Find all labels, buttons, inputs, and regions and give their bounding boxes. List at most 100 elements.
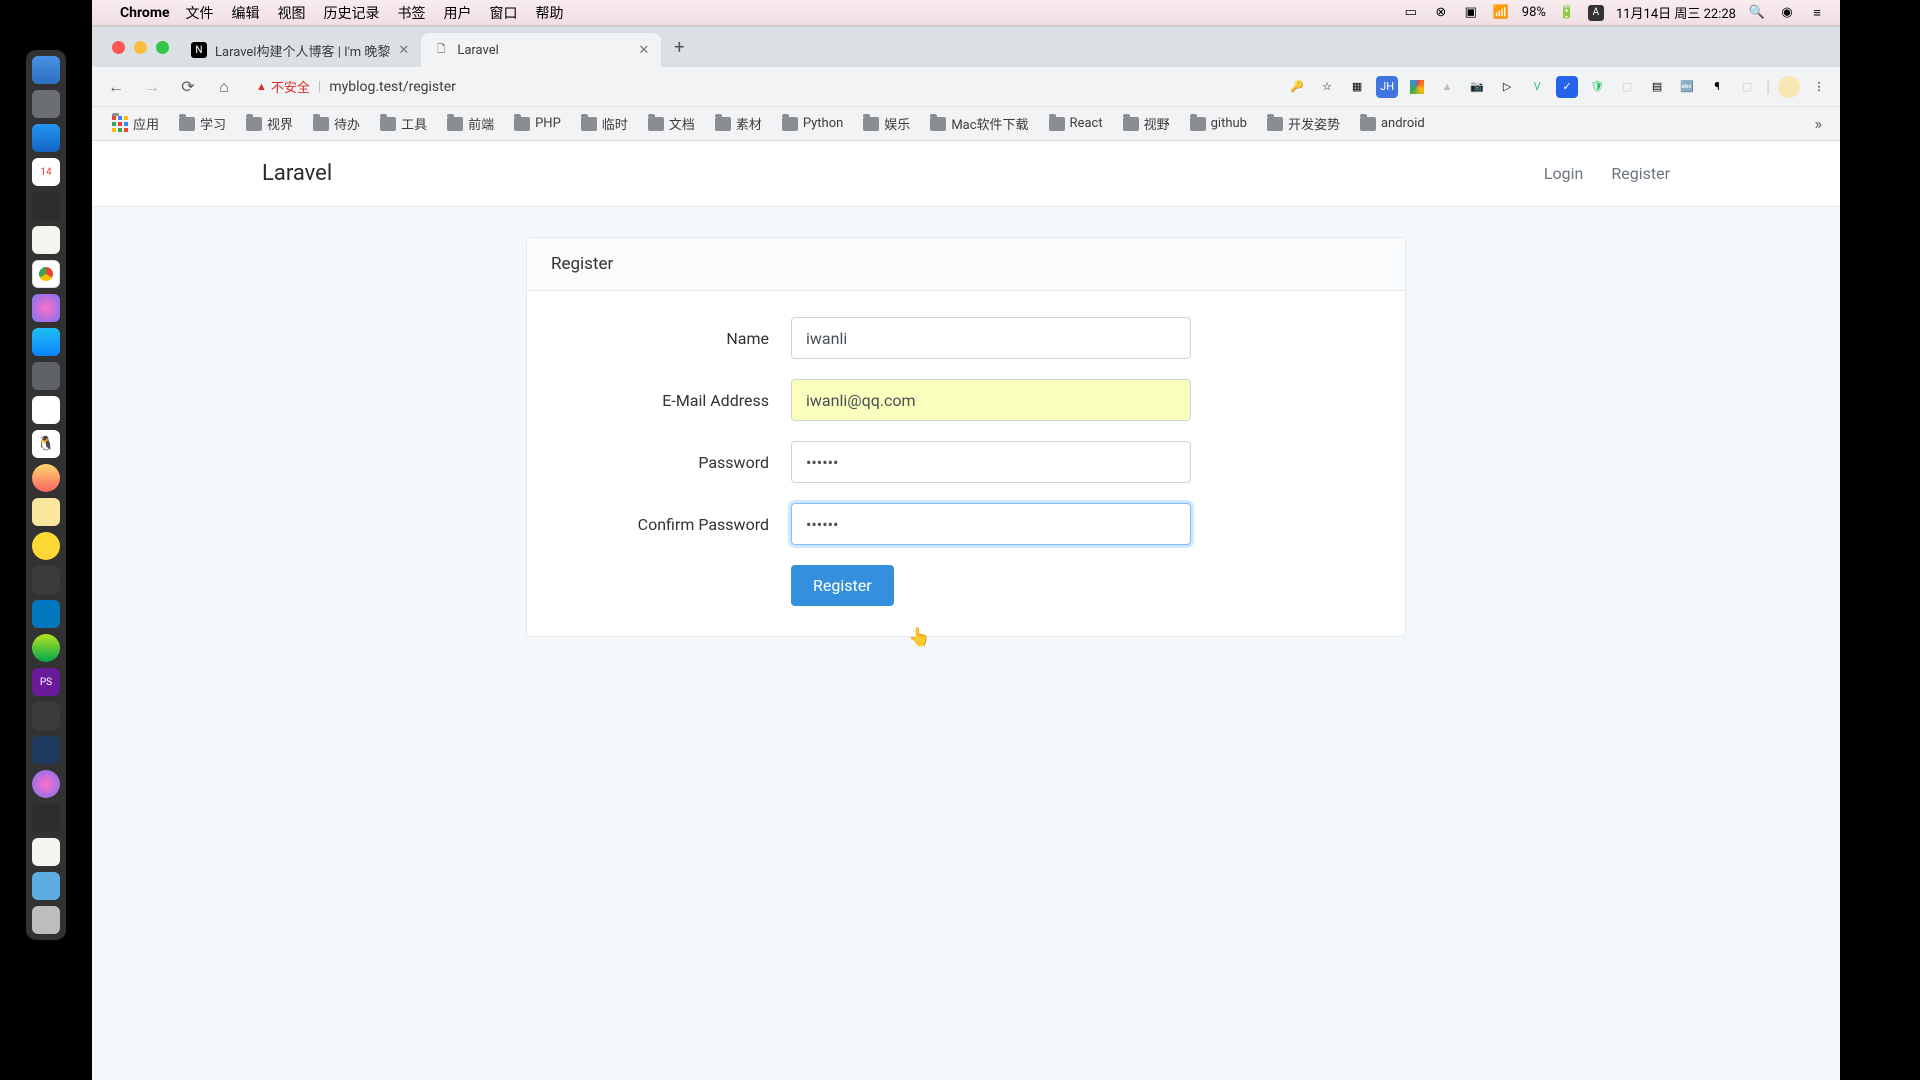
extension-icon[interactable]: ▢ bbox=[1736, 76, 1758, 98]
bookmark-folder[interactable]: 文档 bbox=[640, 111, 703, 136]
menu-people[interactable]: 用户 bbox=[444, 3, 472, 23]
bookmark-folder[interactable]: 待办 bbox=[305, 111, 368, 136]
settings-icon[interactable] bbox=[32, 362, 60, 390]
calendar-icon[interactable]: 14 bbox=[32, 158, 60, 186]
notes-icon[interactable] bbox=[32, 226, 60, 254]
notification-center-icon[interactable]: ≡ bbox=[1808, 4, 1826, 22]
siri-icon[interactable]: ◉ bbox=[1778, 4, 1796, 22]
extension-icon[interactable]: 📷 bbox=[1466, 76, 1488, 98]
bookmark-folder[interactable]: 视野 bbox=[1115, 111, 1178, 136]
chrome-icon[interactable] bbox=[32, 260, 60, 288]
menu-history[interactable]: 历史记录 bbox=[324, 3, 380, 23]
close-window-button[interactable] bbox=[112, 41, 125, 54]
bookmark-folder[interactable]: 开发姿势 bbox=[1259, 111, 1348, 136]
app-icon[interactable] bbox=[32, 566, 60, 594]
brand-link[interactable]: Laravel bbox=[262, 161, 332, 186]
input-source-icon[interactable]: A bbox=[1588, 5, 1604, 21]
photos-icon[interactable] bbox=[32, 294, 60, 322]
bookmark-folder[interactable]: 学习 bbox=[171, 111, 234, 136]
phpstorm-icon[interactable]: PS bbox=[32, 668, 60, 696]
appstore-icon[interactable] bbox=[32, 328, 60, 356]
menu-edit[interactable]: 编辑 bbox=[232, 3, 260, 23]
app-icon[interactable] bbox=[32, 396, 60, 424]
close-tab-icon[interactable]: ✕ bbox=[638, 43, 649, 58]
bookmark-folder[interactable]: 临时 bbox=[573, 111, 636, 136]
app-icon[interactable] bbox=[32, 634, 60, 662]
bookmark-folder[interactable]: android bbox=[1352, 113, 1433, 134]
extension-icon[interactable]: 🛡 bbox=[1586, 76, 1608, 98]
password-icon[interactable]: 🔑 bbox=[1286, 76, 1308, 98]
apps-icon[interactable]: ▦ bbox=[1346, 76, 1368, 98]
browser-tab[interactable]: N Laravel构建个人博客 | I'm 晚黎 ✕ bbox=[179, 33, 421, 67]
chrome-menu-icon[interactable]: ⋮ bbox=[1808, 76, 1830, 98]
menubar-app-name[interactable]: Chrome bbox=[120, 5, 170, 21]
safari-icon[interactable] bbox=[32, 124, 60, 152]
email-field[interactable] bbox=[791, 379, 1191, 421]
bookmark-folder[interactable]: PHP bbox=[506, 113, 569, 134]
register-button[interactable]: Register bbox=[791, 565, 894, 606]
bookmark-folder[interactable]: React bbox=[1041, 113, 1111, 134]
app-icon[interactable] bbox=[32, 532, 60, 560]
insecure-badge[interactable]: 不安全 bbox=[256, 77, 310, 96]
sublime-icon[interactable] bbox=[32, 702, 60, 730]
app-icon[interactable] bbox=[32, 770, 60, 798]
extension-icon[interactable]: ¶ bbox=[1706, 76, 1728, 98]
status-icon[interactable]: ▣ bbox=[1462, 4, 1480, 22]
bookmark-folder[interactable]: Python bbox=[774, 113, 851, 134]
status-icon[interactable]: ▭ bbox=[1402, 4, 1420, 22]
trash-icon[interactable] bbox=[32, 906, 60, 934]
bookmark-folder[interactable]: 前端 bbox=[439, 111, 502, 136]
extension-icon[interactable]: ✓ bbox=[1556, 76, 1578, 98]
terminal-icon[interactable] bbox=[32, 192, 60, 220]
close-tab-icon[interactable]: ✕ bbox=[398, 43, 409, 58]
password-field[interactable] bbox=[791, 441, 1191, 483]
extension-icon[interactable] bbox=[1406, 76, 1428, 98]
browser-tab-active[interactable]: 🗋 Laravel ✕ bbox=[421, 33, 661, 67]
app-icon[interactable] bbox=[32, 838, 60, 866]
menu-bookmarks[interactable]: 书签 bbox=[398, 3, 426, 23]
extension-icon[interactable]: ▲ bbox=[1436, 76, 1458, 98]
menu-window[interactable]: 窗口 bbox=[490, 3, 518, 23]
name-field[interactable] bbox=[791, 317, 1191, 359]
spotlight-icon[interactable]: 🔍 bbox=[1748, 4, 1766, 22]
forward-button[interactable]: → bbox=[138, 73, 166, 101]
extension-icon[interactable]: JH bbox=[1376, 76, 1398, 98]
new-tab-button[interactable]: + bbox=[665, 33, 693, 61]
address-bar[interactable]: 不安全 | myblog.test/register bbox=[246, 72, 1278, 102]
bookmarks-overflow-icon[interactable]: » bbox=[1809, 114, 1829, 133]
app-icon[interactable] bbox=[32, 464, 60, 492]
profile-avatar[interactable] bbox=[1778, 76, 1800, 98]
app-icon[interactable] bbox=[32, 600, 60, 628]
translate-icon[interactable]: 🔤 bbox=[1676, 76, 1698, 98]
extension-icon[interactable]: ▷ bbox=[1496, 76, 1518, 98]
bookmark-apps[interactable]: 应用 bbox=[104, 111, 167, 136]
back-button[interactable]: ← bbox=[102, 73, 130, 101]
nav-register-link[interactable]: Register bbox=[1611, 164, 1670, 183]
bookmark-folder[interactable]: Mac软件下载 bbox=[922, 111, 1036, 136]
extension-icon[interactable]: ▤ bbox=[1646, 76, 1668, 98]
bookmark-folder[interactable]: 娱乐 bbox=[855, 111, 918, 136]
minimize-window-button[interactable] bbox=[134, 41, 147, 54]
menu-view[interactable]: 视图 bbox=[278, 3, 306, 23]
battery-icon[interactable]: 🔋 bbox=[1558, 4, 1576, 22]
menu-help[interactable]: 帮助 bbox=[536, 3, 564, 23]
nav-login-link[interactable]: Login bbox=[1544, 164, 1583, 183]
finder-icon[interactable] bbox=[32, 56, 60, 84]
app-icon[interactable] bbox=[32, 736, 60, 764]
status-icon[interactable]: ⊗ bbox=[1432, 4, 1450, 22]
vue-devtools-icon[interactable]: V bbox=[1526, 76, 1548, 98]
app-icon[interactable] bbox=[32, 804, 60, 832]
home-button[interactable]: ⌂ bbox=[210, 73, 238, 101]
app-icon[interactable] bbox=[32, 498, 60, 526]
confirm-password-field[interactable] bbox=[791, 503, 1191, 545]
launchpad-icon[interactable] bbox=[32, 90, 60, 118]
star-icon[interactable]: ☆ bbox=[1316, 76, 1338, 98]
bookmark-folder[interactable]: 素材 bbox=[707, 111, 770, 136]
bookmark-folder[interactable]: 工具 bbox=[372, 111, 435, 136]
reload-button[interactable]: ⟳ bbox=[174, 73, 202, 101]
menu-file[interactable]: 文件 bbox=[186, 3, 214, 23]
wifi-icon[interactable]: 📶 bbox=[1492, 4, 1510, 22]
maximize-window-button[interactable] bbox=[156, 41, 169, 54]
qq-icon[interactable]: 🐧 bbox=[32, 430, 60, 458]
bookmark-folder[interactable]: github bbox=[1182, 113, 1255, 134]
